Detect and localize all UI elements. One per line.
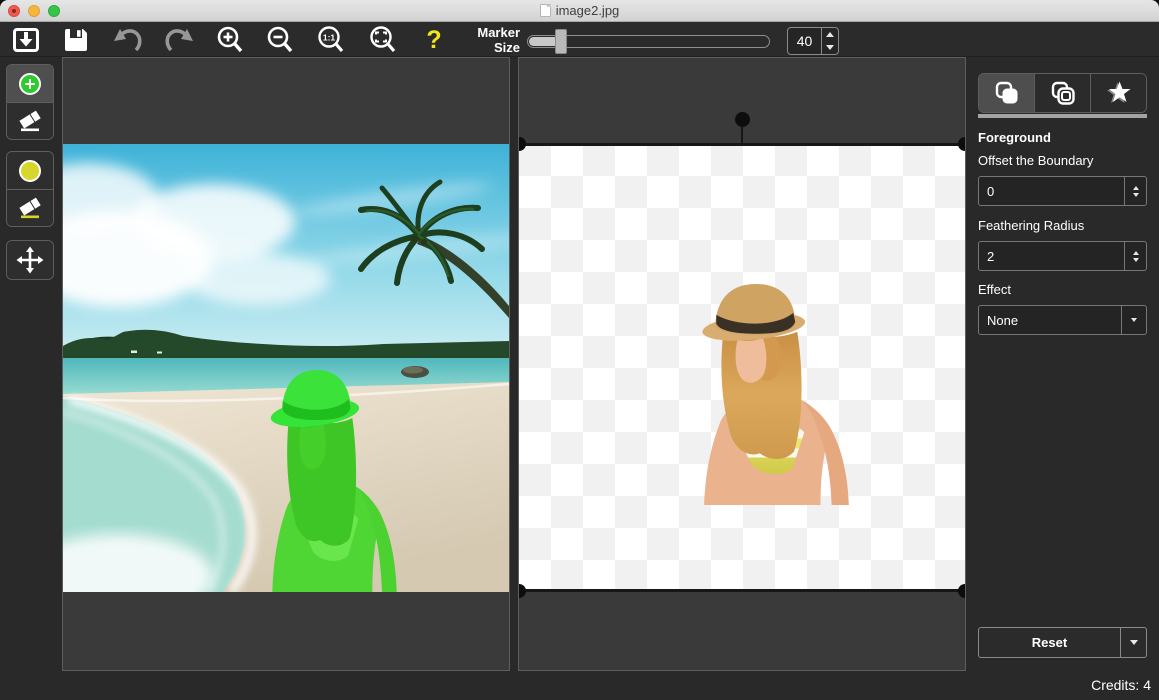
background-tab[interactable]	[1034, 74, 1090, 112]
feather-value[interactable]: 2	[979, 242, 1124, 270]
bottom-right-handle[interactable]	[958, 584, 966, 598]
result-image-panel[interactable]	[518, 57, 966, 671]
fullscreen-button[interactable]	[48, 5, 60, 17]
filled-layers-icon	[994, 80, 1020, 106]
bottom-boundary-line[interactable]	[519, 589, 965, 592]
offset-field[interactable]: 0	[978, 176, 1147, 206]
up-arrow-icon	[1133, 186, 1139, 190]
star-icon	[1105, 79, 1133, 107]
close-button[interactable]	[8, 5, 20, 17]
toolbar: 1:1 ? Marker Size 40	[0, 22, 1159, 57]
foreground-tab[interactable]	[979, 74, 1034, 112]
minimize-button[interactable]	[28, 5, 40, 17]
marker-size-slider[interactable]	[527, 35, 770, 48]
undo-button[interactable]	[111, 24, 145, 56]
unsaved-dot-icon	[12, 9, 16, 13]
zoom-fit-button[interactable]	[366, 24, 400, 56]
magnifier-1to1-icon: 1:1	[316, 25, 346, 55]
original-beach-photo[interactable]	[63, 144, 509, 592]
document-icon	[540, 4, 551, 17]
down-arrow-icon	[1131, 318, 1137, 322]
erase-foreground-button[interactable]	[7, 102, 53, 139]
save-button[interactable]	[59, 24, 93, 56]
original-image-panel[interactable]	[62, 57, 510, 671]
content-area: Foreground Offset the Boundary 0 Feather…	[0, 57, 1159, 700]
eraser-white-icon	[17, 108, 43, 134]
down-arrow-icon	[1133, 193, 1139, 197]
zoom-out-button[interactable]	[263, 24, 297, 56]
mark-foreground-button[interactable]	[7, 65, 53, 102]
offset-stepper[interactable]	[1124, 177, 1146, 205]
magnifier-minus-icon	[265, 25, 295, 55]
yellow-circle-icon	[19, 160, 41, 182]
spin-down-button[interactable]	[822, 41, 838, 54]
magnifier-fit-icon	[368, 25, 398, 55]
titlebar: image2.jpg	[0, 0, 1159, 22]
feather-label: Feathering Radius	[978, 218, 1084, 233]
redo-button[interactable]	[162, 24, 196, 56]
dropdown-arrow[interactable]	[1121, 306, 1146, 334]
spin-buttons	[821, 28, 838, 54]
eraser-yellow-icon	[17, 195, 43, 221]
effects-tab[interactable]	[1090, 74, 1146, 112]
inspector-panel: Foreground Offset the Boundary 0 Feather…	[966, 57, 1159, 700]
reset-dropdown-arrow[interactable]	[1120, 628, 1146, 657]
move-tool-group	[6, 240, 54, 280]
marker-size-value[interactable]: 40	[788, 28, 821, 54]
open-button[interactable]	[9, 24, 43, 56]
undo-arrow-icon	[112, 25, 144, 55]
reset-button[interactable]: Reset	[978, 627, 1147, 658]
credits-text: Credits: 4	[1091, 677, 1151, 693]
spin-up-button[interactable]	[822, 28, 838, 41]
effect-value[interactable]: None	[979, 306, 1121, 334]
up-arrow-icon	[1133, 251, 1139, 255]
slider-handle[interactable]	[555, 29, 567, 54]
tab-underline	[978, 114, 1147, 118]
green-plus-circle-icon	[19, 73, 41, 95]
offset-value[interactable]: 0	[979, 177, 1124, 205]
feather-field[interactable]: 2	[978, 241, 1147, 271]
mark-background-button[interactable]	[7, 152, 53, 189]
reset-label[interactable]: Reset	[979, 628, 1120, 657]
move-arrows-icon	[16, 246, 44, 274]
foreground-marker-group	[6, 64, 54, 140]
down-arrow-icon	[1133, 258, 1139, 262]
down-arrow-icon	[1130, 640, 1138, 645]
offset-label: Offset the Boundary	[978, 153, 1093, 168]
top-right-handle[interactable]	[958, 137, 966, 151]
magnifier-plus-icon	[215, 25, 245, 55]
outline-layers-icon	[1050, 80, 1076, 106]
window-title: image2.jpg	[556, 3, 620, 18]
one-to-one-glyph: 1:1	[323, 33, 336, 43]
traffic-lights	[8, 0, 60, 22]
marker-size-spinbox[interactable]: 40	[787, 27, 839, 55]
zoom-in-button[interactable]	[213, 24, 247, 56]
down-arrow-icon	[826, 45, 834, 50]
rotation-handle[interactable]	[735, 112, 750, 127]
help-button[interactable]: ?	[417, 24, 451, 56]
up-arrow-icon	[826, 32, 834, 37]
marker-size-label: Marker Size	[462, 26, 520, 56]
section-title: Foreground	[978, 130, 1051, 145]
effect-dropdown[interactable]: None	[978, 305, 1147, 335]
cutout-subject[interactable]	[691, 280, 863, 505]
title-wrap: image2.jpg	[540, 3, 620, 18]
redo-arrow-icon	[163, 25, 195, 55]
app-window: image2.jpg	[0, 0, 1159, 700]
effect-label: Effect	[978, 282, 1011, 297]
feather-stepper[interactable]	[1124, 242, 1146, 270]
move-tool-button[interactable]	[7, 241, 53, 279]
floppy-disk-icon	[61, 25, 91, 55]
bottom-left-handle[interactable]	[518, 584, 526, 598]
question-mark-icon: ?	[426, 28, 441, 53]
inspector-tabbar	[978, 73, 1147, 113]
open-tray-arrow-icon	[11, 25, 41, 55]
zoom-actual-button[interactable]: 1:1	[314, 24, 348, 56]
background-marker-group	[6, 151, 54, 227]
erase-background-button[interactable]	[7, 189, 53, 226]
